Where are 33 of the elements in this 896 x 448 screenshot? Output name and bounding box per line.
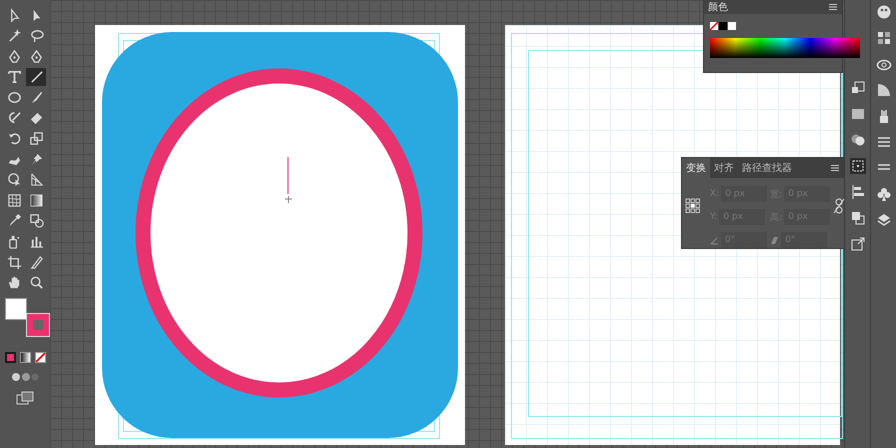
menu-icon[interactable]: [830, 164, 840, 172]
reference-point-icon[interactable]: [685, 198, 701, 214]
panel-title: 颜色: [708, 0, 728, 14]
angle-icon: [710, 236, 719, 244]
link-icon[interactable]: [833, 198, 846, 214]
none-mode-button[interactable]: [34, 352, 46, 363]
draw-mode-icon[interactable]: [11, 370, 39, 383]
gradient-mode-button[interactable]: [20, 352, 30, 363]
club-icon[interactable]: [876, 186, 892, 202]
gradient-panel-icon[interactable]: [850, 106, 866, 122]
swatches-icon[interactable]: [876, 30, 892, 46]
align-panel-icon[interactable]: [850, 184, 866, 200]
panel-tab[interactable]: 变换: [682, 158, 710, 178]
stroke-icon[interactable]: [876, 82, 892, 98]
stroke-swatch[interactable]: [27, 314, 49, 336]
screen-mode-icon[interactable]: [16, 390, 34, 405]
transparency-panel-icon[interactable]: [850, 132, 866, 148]
transform-panel-icon[interactable]: [850, 158, 866, 174]
copy-panel-icon[interactable]: [850, 80, 866, 96]
color-mode-button[interactable]: [4, 352, 16, 363]
none-swatch[interactable]: [710, 22, 718, 30]
shear-icon: [770, 236, 780, 244]
pathfinder-panel-icon[interactable]: [850, 210, 866, 226]
panel-tab[interactable]: 路径查找器: [738, 158, 796, 178]
line-cursor-icon: [284, 156, 292, 204]
color-swatch[interactable]: [728, 22, 736, 30]
menu-icon[interactable]: [828, 3, 838, 11]
layers-icon[interactable]: [876, 212, 892, 228]
color-spectrum[interactable]: [710, 38, 860, 58]
export-panel-icon[interactable]: [850, 236, 866, 252]
color-swatch[interactable]: [719, 22, 727, 30]
fill-swatch[interactable]: [5, 298, 27, 320]
panel-tab[interactable]: 对齐: [710, 158, 738, 178]
